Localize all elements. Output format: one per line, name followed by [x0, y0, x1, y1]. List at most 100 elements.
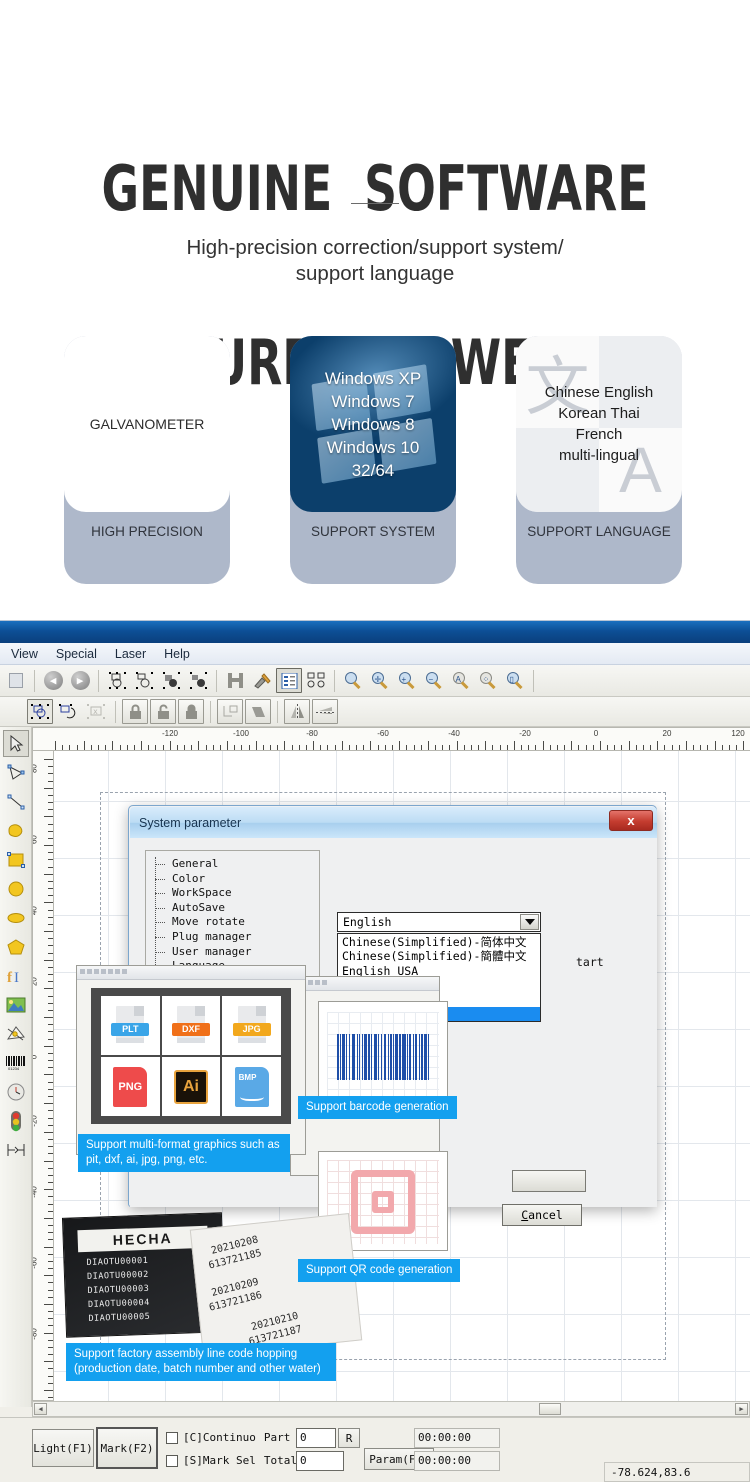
menu-item-special[interactable]: Special	[47, 645, 106, 663]
select-box-icon[interactable]	[27, 699, 53, 724]
ruler-tick	[48, 1060, 53, 1062]
ruler-label: 40	[32, 906, 39, 916]
mark-sel-checkbox[interactable]	[166, 1454, 178, 1467]
snap-icon[interactable]	[3, 1136, 29, 1163]
ruler-tick	[48, 1268, 53, 1270]
continuous-checkbox[interactable]	[166, 1431, 178, 1444]
back-icon[interactable]: ◀	[40, 668, 66, 693]
tree-item-move-rotate[interactable]: Move rotate	[146, 915, 319, 930]
ruler-tick	[427, 741, 429, 750]
rectangle-icon[interactable]	[3, 846, 29, 873]
left-tool-palette[interactable]: fI 01234	[0, 727, 32, 1407]
ruler-tick	[721, 745, 723, 750]
part-input[interactable]: 0	[296, 1428, 336, 1448]
rotate-icon[interactable]	[55, 699, 81, 724]
dropdown-option-chinese-simplified[interactable]: Chinese(Simplified)-简体中文	[338, 935, 540, 949]
zoom-selection-icon[interactable]: ⁘	[475, 668, 501, 693]
menu-bar[interactable]: View Special Laser Help	[0, 643, 750, 665]
circle-icon[interactable]	[3, 875, 29, 902]
tree-item-plug-manager[interactable]: Plug manager	[146, 930, 319, 945]
ruler-tick	[48, 1009, 53, 1011]
ruler-tick	[169, 741, 171, 750]
zoom-out-icon[interactable]: −	[421, 668, 447, 693]
image-icon[interactable]	[3, 991, 29, 1018]
scrollbar-thumb[interactable]	[539, 1403, 561, 1415]
menu-item-help[interactable]: Help	[155, 645, 199, 663]
curve-icon[interactable]	[3, 817, 29, 844]
ruler-tick	[48, 974, 53, 976]
lock-partial-icon[interactable]	[178, 699, 204, 724]
group-icon[interactable]	[104, 668, 130, 693]
nameplate-row-2: DIAOTU00002	[86, 1269, 149, 1282]
ruler-tick	[48, 1002, 53, 1004]
combine-icon[interactable]	[158, 668, 184, 693]
ruler-label: -40	[32, 1186, 39, 1198]
clock-icon[interactable]	[3, 1078, 29, 1105]
mirror-vertical-icon[interactable]	[312, 699, 338, 724]
barcode-preview	[327, 1012, 439, 1104]
tree-item-user-manager[interactable]: User manager	[146, 945, 319, 960]
zoom-all-icon[interactable]: A	[448, 668, 474, 693]
hatch-icon[interactable]	[222, 668, 248, 693]
ruler-tick	[48, 794, 53, 796]
polygon-icon[interactable]	[3, 933, 29, 960]
ruler-tick	[44, 816, 53, 818]
break-icon[interactable]	[185, 668, 211, 693]
ok-button[interactable]	[512, 1170, 586, 1192]
total-input[interactable]: 0	[296, 1451, 344, 1471]
light-button[interactable]: Light(F1)	[32, 1429, 94, 1467]
scroll-left-icon[interactable]: ◀	[34, 1403, 47, 1415]
line-icon[interactable]	[3, 788, 29, 815]
close-icon[interactable]: x	[609, 810, 653, 831]
properties-icon[interactable]	[276, 668, 302, 693]
ruler-tick	[48, 1067, 53, 1069]
tree-item-general[interactable]: General	[146, 857, 319, 872]
align-origin-icon[interactable]	[217, 699, 243, 724]
main-toolbar[interactable]: ◀ ▶ ✛ + − A ⁘ ▯	[0, 665, 750, 697]
vector-icon[interactable]	[3, 1020, 29, 1047]
delete-selection-icon[interactable]: x	[83, 699, 109, 724]
ruler-tick	[614, 745, 616, 750]
ellipse-icon[interactable]	[3, 904, 29, 931]
tree-item-color[interactable]: Color	[146, 872, 319, 887]
mirror-horizontal-icon[interactable]	[284, 699, 310, 724]
traffic-light-icon[interactable]	[3, 1107, 29, 1134]
ruler-tick	[485, 741, 487, 750]
barcode-icon[interactable]: 01234	[3, 1049, 29, 1076]
dropdown-option-chinese-traditional[interactable]: Chinese(Simplified)-簡體中文	[338, 949, 540, 963]
mark-sel-checkbox-row[interactable]: [S]Mark Sel Total	[166, 1454, 297, 1467]
cancel-button[interactable]: Cancel	[502, 1204, 582, 1226]
text-icon[interactable]: fI	[3, 962, 29, 989]
node-edit-icon[interactable]	[3, 759, 29, 786]
ruler-tick	[743, 741, 745, 750]
menu-item-view[interactable]: View	[2, 645, 47, 663]
chevron-down-icon[interactable]	[520, 914, 539, 930]
continuous-checkbox-row[interactable]: [C]Continuo Part	[166, 1431, 290, 1444]
toolbar2-spacer	[3, 699, 25, 724]
pointer-icon[interactable]	[2, 730, 29, 757]
shadow-icon[interactable]	[245, 699, 271, 724]
zoom-in-icon[interactable]: +	[394, 668, 420, 693]
align-icon[interactable]	[303, 668, 329, 693]
menu-item-laser[interactable]: Laser	[106, 645, 155, 663]
reset-counter-button[interactable]: R	[338, 1428, 360, 1448]
zoom-icon[interactable]	[340, 668, 366, 693]
scroll-right-icon[interactable]: ▶	[735, 1403, 748, 1415]
language-select[interactable]: English	[337, 912, 541, 932]
ungroup-icon[interactable]	[131, 668, 157, 693]
horizontal-scrollbar[interactable]: ◀ ▶	[32, 1401, 750, 1417]
paste-icon[interactable]	[3, 668, 29, 693]
mark-button[interactable]: Mark(F2)	[96, 1427, 158, 1469]
ruler-tick	[470, 745, 472, 750]
ruler-tick	[657, 741, 659, 750]
edit-toolbar[interactable]: x	[0, 697, 750, 727]
lock-icon[interactable]	[122, 699, 148, 724]
forward-icon[interactable]: ▶	[67, 668, 93, 693]
zoom-pan-icon[interactable]: ✛	[367, 668, 393, 693]
format-stage: PLT DXF JPG PNG Ai BMP	[91, 988, 291, 1124]
tools-icon[interactable]	[249, 668, 275, 693]
tree-item-workspace[interactable]: WorkSpace	[146, 886, 319, 901]
tree-item-autosave[interactable]: AutoSave	[146, 901, 319, 916]
unlock-icon[interactable]	[150, 699, 176, 724]
zoom-page-icon[interactable]: ▯	[502, 668, 528, 693]
